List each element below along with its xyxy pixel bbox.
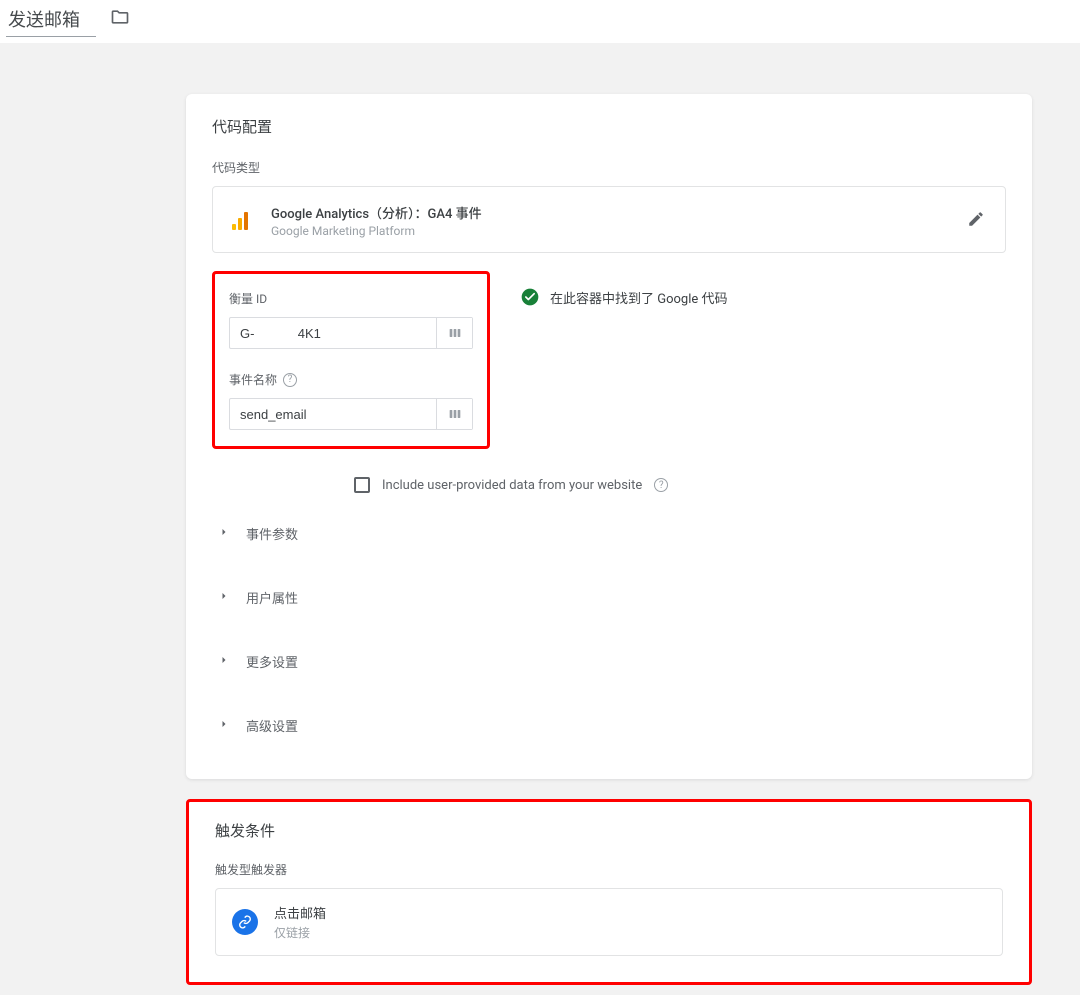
analytics-icon xyxy=(227,208,253,234)
google-tag-status: 在此容器中找到了 Google 代码 xyxy=(516,277,740,317)
chevron-right-icon xyxy=(218,654,230,670)
checkbox-icon[interactable] xyxy=(354,477,370,493)
code-config-card: 代码配置 代码类型 Google Analytics（分析）：GA4 事件 Go… xyxy=(186,94,1032,779)
include-user-data-checkbox[interactable]: Include user-provided data from your web… xyxy=(354,477,1006,493)
trigger-subtitle: 仅链接 xyxy=(274,924,326,941)
variable-icon[interactable] xyxy=(436,318,472,348)
link-click-icon xyxy=(232,909,258,935)
measurement-id-input[interactable] xyxy=(230,322,436,345)
event-name-input[interactable] xyxy=(230,403,436,426)
tag-type-row[interactable]: Google Analytics（分析）：GA4 事件 Google Marke… xyxy=(212,186,1006,253)
tag-type-subtitle: Google Marketing Platform xyxy=(271,224,943,238)
event-name-label: 事件名称 ? xyxy=(229,371,473,388)
accordion-user-properties[interactable]: 用户属性 xyxy=(212,565,1006,629)
chevron-right-icon xyxy=(218,590,230,606)
event-name-field[interactable] xyxy=(229,398,473,430)
check-circle-icon xyxy=(520,287,540,307)
help-icon[interactable]: ? xyxy=(283,373,297,387)
accordion-more-settings[interactable]: 更多设置 xyxy=(212,629,1006,693)
highlighted-config-box: 衡量 ID 事件名称 ? xyxy=(212,271,490,449)
help-icon[interactable]: ? xyxy=(654,478,668,492)
trigger-title: 点击邮箱 xyxy=(274,903,326,922)
code-type-label: 代码类型 xyxy=(212,159,1006,176)
card-title-code-config: 代码配置 xyxy=(212,116,1006,137)
variable-icon[interactable] xyxy=(436,399,472,429)
trigger-row[interactable]: 点击邮箱 仅链接 xyxy=(215,888,1003,956)
tag-type-title: Google Analytics（分析）：GA4 事件 xyxy=(271,203,943,222)
tag-name-input[interactable]: 发送邮箱 xyxy=(6,0,96,37)
card-title-triggers: 触发条件 xyxy=(215,820,1003,841)
triggers-card: 触发条件 触发型触发器 点击邮箱 仅链接 xyxy=(186,799,1032,985)
chevron-right-icon xyxy=(218,718,230,734)
measurement-id-field[interactable] xyxy=(229,317,473,349)
chevron-right-icon xyxy=(218,526,230,542)
folder-icon[interactable] xyxy=(110,7,130,31)
triggering-triggers-label: 触发型触发器 xyxy=(215,861,1003,878)
measurement-id-label: 衡量 ID xyxy=(229,290,473,307)
accordion-event-params[interactable]: 事件参数 xyxy=(212,501,1006,565)
accordion-advanced-settings[interactable]: 高级设置 xyxy=(212,693,1006,757)
edit-tag-type-button[interactable] xyxy=(961,204,991,238)
